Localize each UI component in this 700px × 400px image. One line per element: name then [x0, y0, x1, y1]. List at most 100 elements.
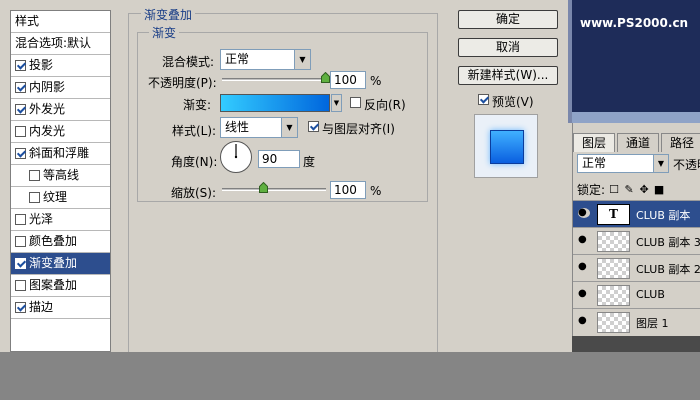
lock-transparent-icon[interactable]: ☐: [608, 183, 620, 196]
style-item-label: 渐变叠加: [29, 256, 78, 270]
style-item[interactable]: 内阴影: [11, 77, 110, 99]
style-item-label: 等高线: [43, 168, 80, 182]
layers-tab[interactable]: 路径: [661, 133, 700, 152]
opacity-value: 100: [334, 73, 357, 87]
layer-thumbnail: [597, 258, 630, 279]
style-item-checkbox[interactable]: [15, 280, 26, 291]
eye-icon[interactable]: ●: [578, 289, 590, 299]
gradient-dropdown-icon[interactable]: ▼: [331, 94, 342, 112]
style-item-label: 颜色叠加: [29, 234, 78, 248]
scale-value: 100: [334, 183, 357, 197]
gradient-style-select[interactable]: 线性 ▼: [220, 117, 298, 138]
style-item-checkbox[interactable]: [15, 148, 26, 159]
blend-mode-select[interactable]: 正常 ▼: [220, 49, 311, 70]
layer-blend-mode-select[interactable]: 正常 ▼: [577, 154, 669, 173]
blending-options-label: 混合选项:默认: [15, 36, 92, 50]
style-item-checkbox[interactable]: [15, 126, 26, 137]
opacity-label: 不透明度(P):: [148, 76, 217, 90]
scale-slider-thumb[interactable]: [258, 182, 268, 193]
layers-tab[interactable]: 图层: [573, 133, 616, 152]
layer-name: CLUB 副本 3: [636, 236, 700, 249]
preview-checkbox[interactable]: [478, 94, 489, 105]
lock-row: 锁定: ☐ ✎ ✥ ■: [577, 181, 665, 198]
layer-row[interactable]: ● 图层 1: [573, 308, 700, 335]
style-preview: [474, 114, 538, 178]
chevron-down-icon: ▼: [294, 50, 310, 69]
bottom-band: [0, 352, 700, 400]
eye-icon[interactable]: ●: [578, 316, 590, 326]
style-item[interactable]: 描边: [11, 297, 110, 319]
lock-label: 锁定:: [577, 183, 606, 197]
angle-dial[interactable]: [219, 140, 253, 174]
style-item-label: 纹理: [43, 190, 68, 204]
style-item-checkbox[interactable]: [15, 60, 26, 71]
opacity-input[interactable]: 100: [330, 71, 366, 89]
style-item[interactable]: 等高线: [11, 165, 110, 187]
style-item-checkbox[interactable]: [29, 192, 40, 203]
lock-brush-icon[interactable]: ✎: [623, 183, 635, 196]
cancel-button[interactable]: 取消: [458, 38, 558, 57]
opacity-slider[interactable]: [222, 78, 326, 81]
style-item-label: 外发光: [29, 102, 66, 116]
layers-tab[interactable]: 通道: [617, 133, 660, 152]
layers-tabs: 图层 通道 路径: [573, 133, 700, 152]
layer-row[interactable]: ● CLUB: [573, 281, 700, 308]
layer-row[interactable]: ● CLUB 副本 2: [573, 254, 700, 281]
style-item-checkbox[interactable]: [15, 82, 26, 93]
new-style-button[interactable]: 新建样式(W)...: [458, 66, 558, 85]
ok-button[interactable]: 确定: [458, 10, 558, 29]
layer-blend-mode-value: 正常: [582, 156, 607, 170]
style-item-checkbox[interactable]: [15, 104, 26, 115]
align-with-layer-checkbox[interactable]: [308, 121, 319, 132]
palette-footer: [572, 336, 700, 352]
style-item-label: 内发光: [29, 124, 66, 138]
style-item[interactable]: 图案叠加: [11, 275, 110, 297]
scale-unit: %: [370, 184, 382, 198]
blending-options-item[interactable]: 混合选项:默认: [11, 33, 110, 55]
preview-label: 预览(V): [492, 95, 534, 109]
scale-input[interactable]: 100: [330, 181, 366, 199]
eye-icon[interactable]: ●: [578, 208, 590, 218]
layer-opacity-label: 不透明: [673, 158, 700, 172]
lock-move-icon[interactable]: ✥: [638, 183, 650, 196]
style-item-checkbox[interactable]: [15, 258, 26, 269]
style-list-header[interactable]: 样式: [11, 11, 110, 33]
style-item[interactable]: 斜面和浮雕: [11, 143, 110, 165]
scale-slider[interactable]: [222, 188, 326, 191]
eye-icon[interactable]: ●: [578, 262, 590, 272]
style-label: 样式(L):: [172, 124, 217, 138]
style-item[interactable]: 投影: [11, 55, 110, 77]
style-item[interactable]: 内发光: [11, 121, 110, 143]
style-item[interactable]: 纹理: [11, 187, 110, 209]
style-item-checkbox[interactable]: [15, 236, 26, 247]
style-item[interactable]: 颜色叠加: [11, 231, 110, 253]
layer-name: CLUB 副本: [636, 209, 691, 222]
style-item-checkbox[interactable]: [29, 170, 40, 181]
angle-label: 角度(N):: [171, 155, 218, 169]
reverse-checkbox[interactable]: [350, 97, 361, 108]
style-item-label: 图案叠加: [29, 278, 78, 292]
lock-all-icon[interactable]: ■: [653, 183, 665, 196]
angle-unit: 度: [303, 155, 316, 169]
style-item-label: 光泽: [29, 212, 54, 226]
layer-row[interactable]: ● CLUB 副本 3: [573, 227, 700, 254]
gradient-subgroup-title: 渐变: [149, 24, 180, 41]
scale-label: 缩放(S):: [171, 186, 217, 200]
layer-row[interactable]: ● T CLUB 副本: [573, 200, 700, 227]
style-item[interactable]: 光泽: [11, 209, 110, 231]
angle-value: 90: [262, 152, 278, 166]
layer-name: CLUB: [636, 288, 665, 301]
style-item[interactable]: 渐变叠加: [11, 253, 110, 275]
watermark-banner: www.PS2000.cn: [568, 0, 700, 123]
watermark-text: www.PS2000.cn: [580, 16, 689, 30]
style-item-checkbox[interactable]: [15, 214, 26, 225]
chevron-down-icon: ▼: [281, 118, 297, 137]
eye-icon[interactable]: ●: [578, 235, 590, 245]
blend-mode-label: 混合模式:: [162, 55, 215, 69]
opacity-slider-thumb[interactable]: [321, 72, 330, 83]
style-item-checkbox[interactable]: [15, 302, 26, 313]
gradient-swatch[interactable]: [220, 94, 330, 112]
layer-thumbnail: [597, 285, 630, 306]
style-item[interactable]: 外发光: [11, 99, 110, 121]
angle-input[interactable]: 90: [258, 150, 300, 168]
